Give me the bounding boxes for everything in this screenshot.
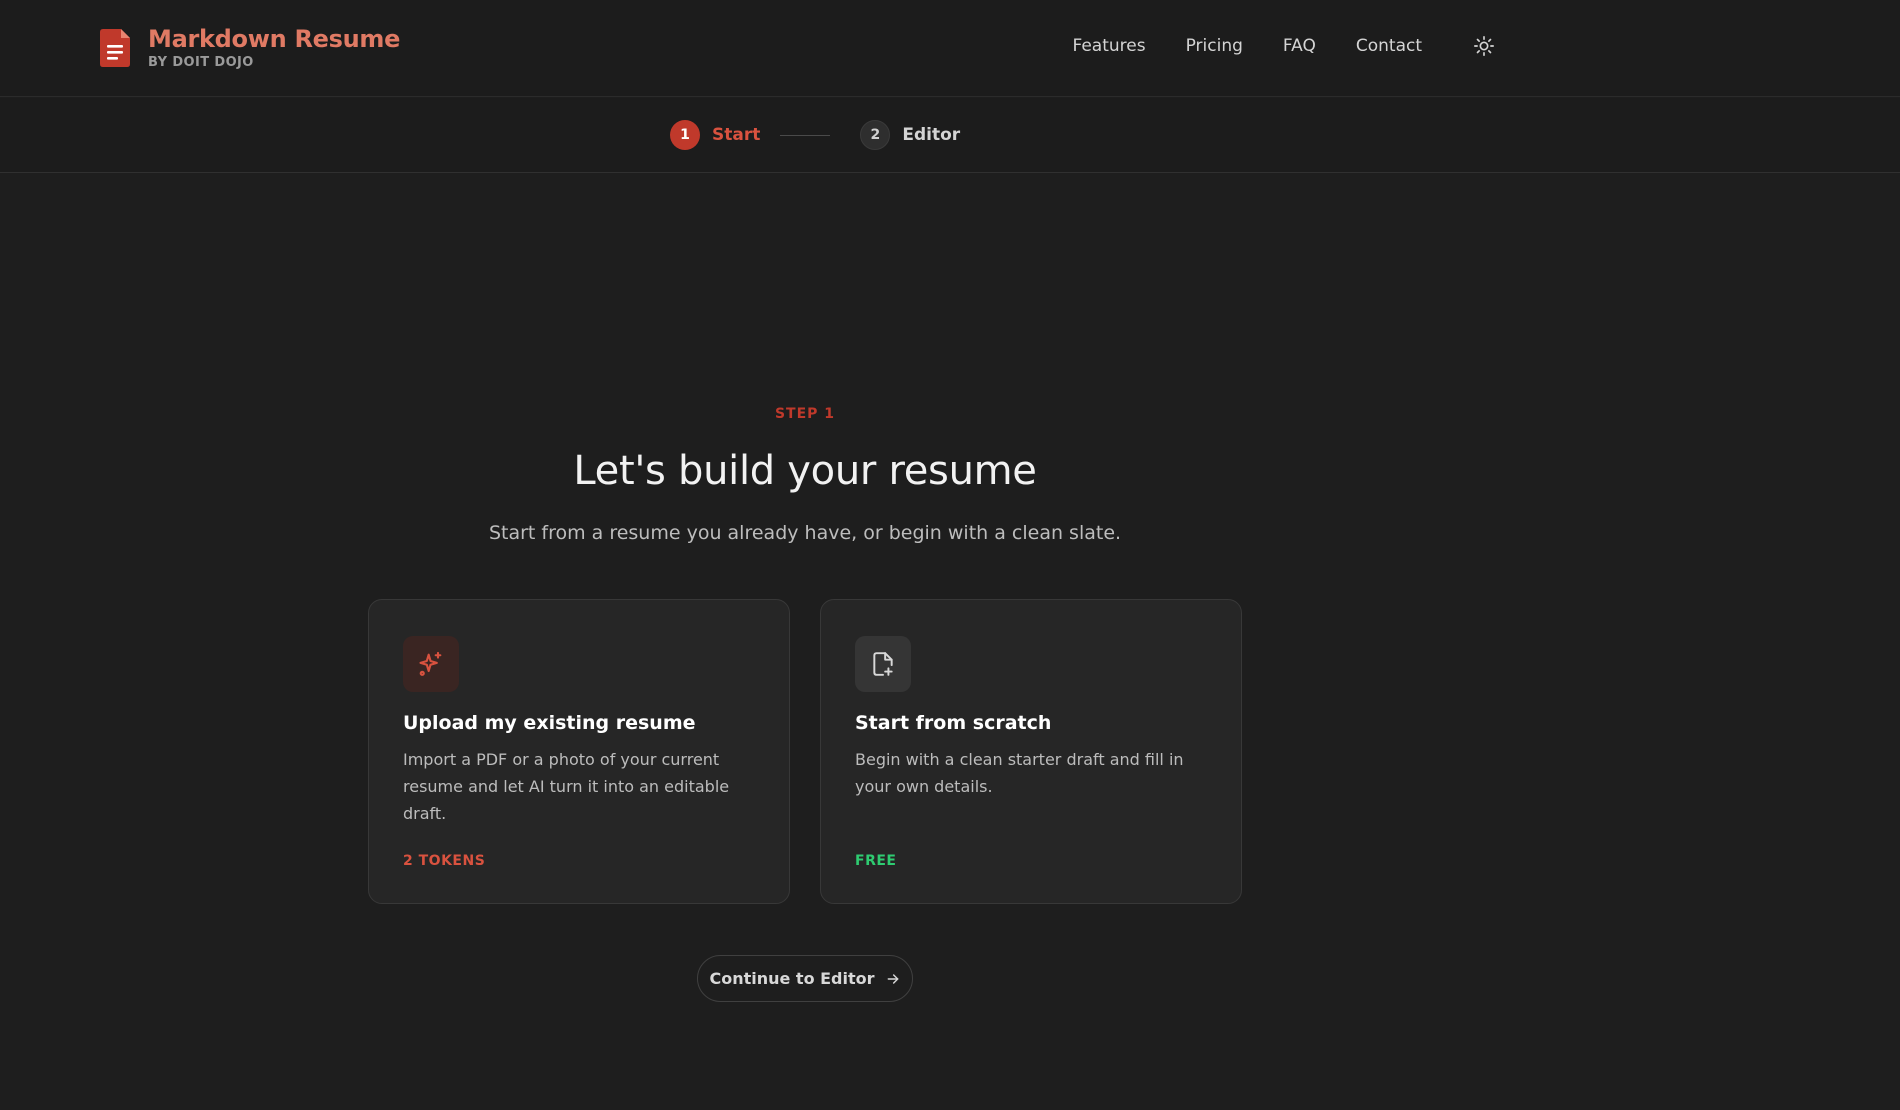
step-label: Editor — [902, 125, 961, 145]
stepper: 1 Start 2 Editor — [670, 120, 960, 150]
top-header: Markdown Resume BY DOIT DOJO Features Pr… — [0, 0, 1900, 97]
theme-toggle-button[interactable] — [1472, 34, 1496, 58]
sparkles-icon — [419, 651, 442, 676]
card-title: Start from scratch — [855, 712, 1052, 734]
continue-label: Continue to Editor — [709, 969, 875, 988]
step-editor[interactable]: 2 Editor — [860, 120, 960, 150]
brand-subtitle: BY DOIT DOJO — [148, 55, 254, 70]
main-nav: Features Pricing FAQ Contact — [1033, 34, 1497, 58]
arrow-right-icon — [887, 973, 898, 984]
step-connector — [780, 134, 831, 136]
nav-faq[interactable]: FAQ — [1283, 36, 1316, 56]
card-title: Upload my existing resume — [403, 712, 696, 734]
continue-to-editor-button[interactable]: Continue to Editor — [697, 955, 913, 1002]
brand-title: Markdown Resume — [148, 25, 401, 53]
step-number: 2 — [860, 120, 891, 150]
nav-contact[interactable]: Contact — [1356, 36, 1422, 56]
nav-pricing[interactable]: Pricing — [1186, 36, 1243, 56]
document-icon — [100, 29, 130, 67]
sun-icon — [1474, 36, 1494, 56]
start-scratch-card[interactable]: Start from scratch Begin with a clean st… — [820, 599, 1242, 904]
card-description: Import a PDF or a photo of your current … — [403, 750, 730, 823]
card-icon-wrap — [403, 636, 459, 692]
nav-features[interactable]: Features — [1073, 36, 1146, 56]
upload-resume-card[interactable]: Upload my existing resume Import a PDF o… — [368, 599, 790, 904]
page-subtitle: Start from a resume you already have, or… — [488, 522, 1122, 544]
page-title: Let's build your resume — [573, 448, 1037, 494]
brand-logo[interactable]: Markdown Resume BY DOIT DOJO — [100, 24, 400, 70]
card-price-tag: 2 TOKENS — [403, 853, 486, 869]
step-number: 1 — [670, 120, 700, 150]
step-label: Start — [712, 125, 761, 145]
stepper-bar: 1 Start 2 Editor — [0, 98, 1900, 173]
card-description: Begin with a clean starter draft and fil… — [855, 750, 1184, 796]
step-start[interactable]: 1 Start — [670, 120, 760, 150]
card-price-tag: FREE — [855, 853, 897, 869]
file-plus-icon — [873, 652, 893, 676]
card-icon-wrap — [855, 636, 911, 692]
step-eyebrow: STEP 1 — [774, 406, 836, 422]
